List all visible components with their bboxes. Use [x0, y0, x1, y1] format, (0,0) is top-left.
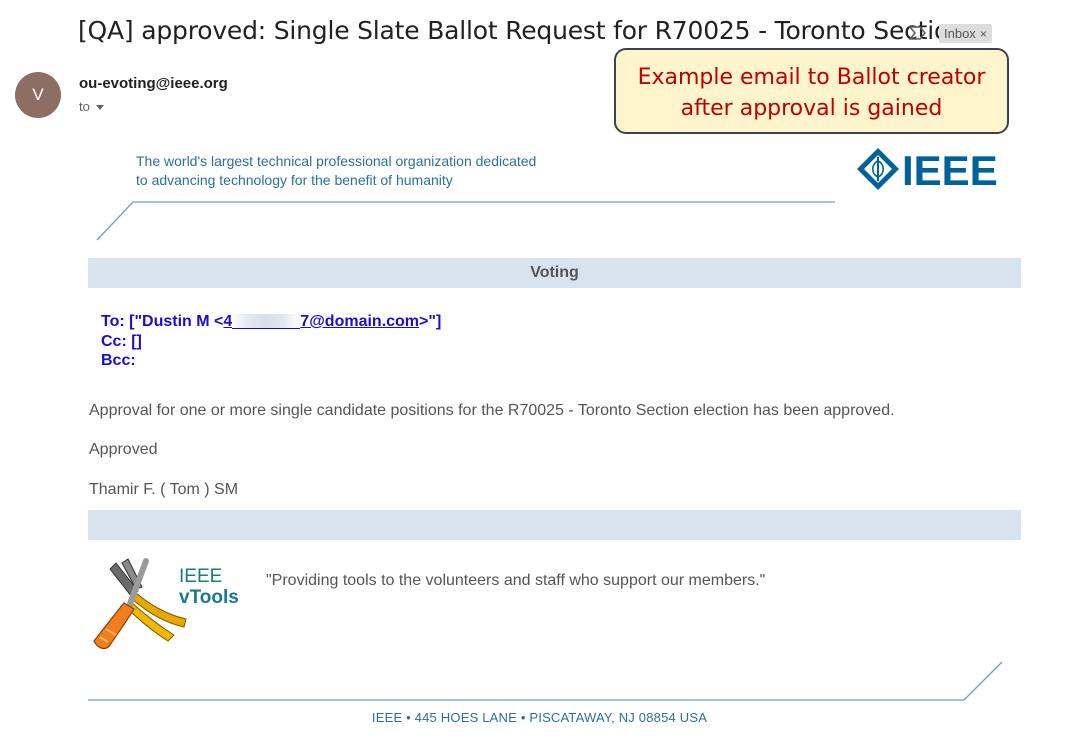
- vtools-tools-icon: [93, 558, 187, 650]
- header-divider: [96, 201, 835, 241]
- ieee-logo-text: IEEE: [902, 147, 998, 192]
- callout-line-1: Example email to Ballot creator: [637, 65, 986, 90]
- vtools-wordmark: IEEE vTools: [179, 566, 239, 608]
- email-start: 4: [223, 313, 233, 330]
- inbox-label-text: Inbox: [944, 26, 976, 41]
- to-suffix: >"]: [419, 313, 442, 330]
- signer-name: Thamir F. ( Tom ) SM: [89, 481, 239, 498]
- recipient-list: To: ["Dustin M <4 7@domain.com>"] Cc: [] …: [101, 312, 441, 371]
- tagline-line-2: to advancing technology for the benefit …: [136, 172, 453, 188]
- vtools-line-2: vTools: [179, 587, 239, 608]
- close-icon[interactable]: ×: [980, 27, 987, 41]
- ieee-tagline: The world's largest technical profession…: [136, 152, 536, 190]
- tagline-line-1: The world's largest technical profession…: [136, 153, 537, 169]
- inbox-label-chip: Inbox ×: [939, 24, 992, 43]
- to-recipient: To: ["Dustin M <4 7@domain.com>"]: [101, 312, 441, 332]
- annotation-callout: Example email to Ballot creator after ap…: [614, 48, 1009, 134]
- cc-recipient: Cc: []: [101, 332, 142, 350]
- callout-line-2: after approval is gained: [680, 96, 943, 121]
- ieee-logo: IEEE: [857, 147, 998, 192]
- to-label: to: [79, 99, 90, 114]
- ieee-diamond-icon: [857, 148, 899, 190]
- footer-divider: [88, 661, 1003, 701]
- chevron-down-icon[interactable]: [95, 105, 104, 111]
- ieee-address: IEEE • 445 HOES LANE • PISCATAWAY, NJ 08…: [371, 710, 708, 725]
- email-end: 7@domain.com: [300, 313, 420, 330]
- bcc-recipient: Bcc:: [101, 352, 136, 369]
- vtools-quote: "Providing tools to the volunteers and s…: [266, 572, 766, 589]
- email-subject: [QA] approved: Single Slate Ballot Reque…: [78, 16, 965, 45]
- recipient-email-link[interactable]: 4 7@domain.com: [223, 313, 419, 330]
- redacted-text: [232, 314, 301, 330]
- to-prefix: To: ["Dustin M <: [101, 313, 224, 330]
- recipient-details-toggle[interactable]: to: [79, 99, 104, 114]
- avatar[interactable]: V: [15, 72, 61, 118]
- vtools-line-1: IEEE: [179, 566, 223, 587]
- approval-status: Approved: [89, 441, 158, 458]
- approval-message: Approval for one or more single candidat…: [89, 402, 895, 419]
- section-title-voting: Voting: [88, 258, 1021, 288]
- footer-bar: [88, 510, 1021, 540]
- importance-marker-icon[interactable]: [908, 24, 928, 42]
- sender-email[interactable]: ou-evoting@ieee.org: [79, 75, 228, 92]
